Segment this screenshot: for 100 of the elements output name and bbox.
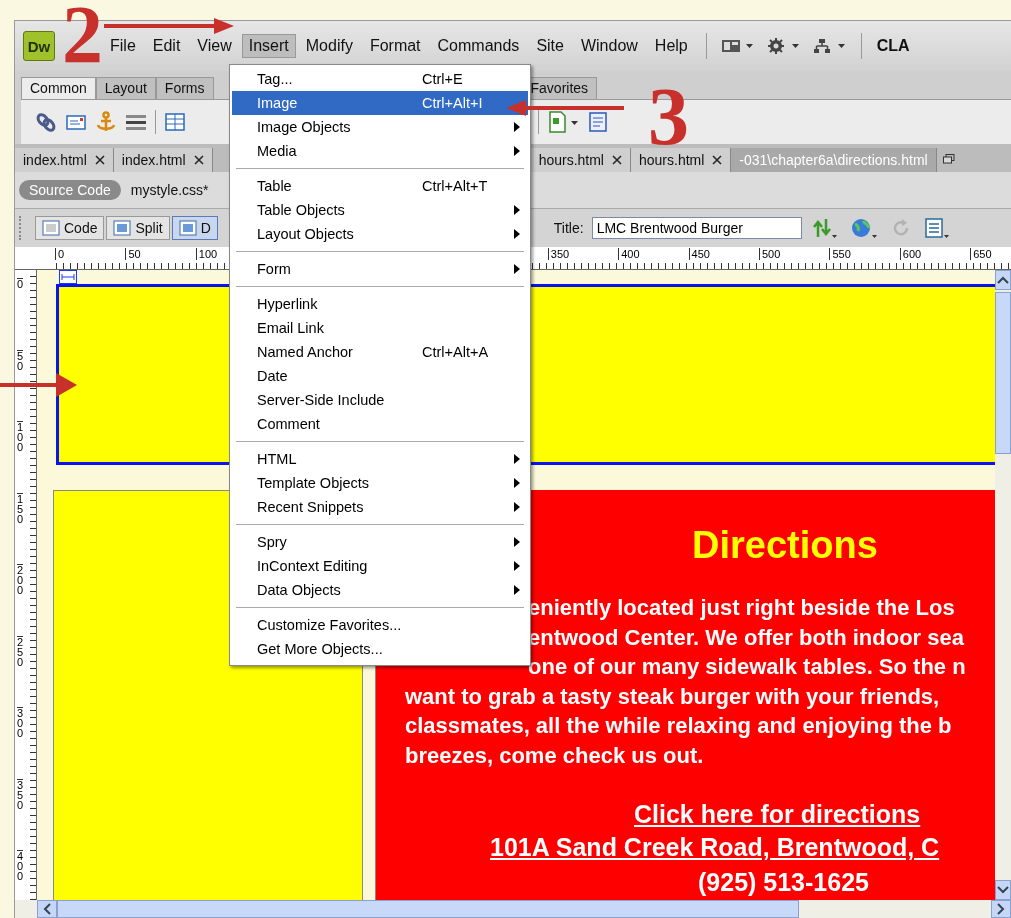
gear-dropdown-icon[interactable] [766, 38, 801, 54]
title-field[interactable]: LMC Brentwood Burger [591, 217, 802, 239]
menu-item[interactable]: Server-Side Include [232, 388, 528, 412]
ruler-label: 0 [55, 248, 65, 260]
view-mode-icon [113, 220, 132, 236]
view-button[interactable]: D [171, 216, 218, 240]
menu-item[interactable]: Spry [232, 530, 528, 554]
related-file-link[interactable]: mystyle.css* [130, 182, 209, 198]
vertical-scrollbar[interactable] [995, 270, 1011, 900]
directions-link[interactable]: Click here for directions [634, 800, 995, 829]
menu-item[interactable]: Table Objects [232, 198, 528, 222]
menu-item[interactable]: Edit [145, 34, 188, 58]
menu-item[interactable]: Email Link [232, 316, 528, 340]
menu-item[interactable]: Site [529, 34, 571, 58]
menu-item[interactable]: Named Anchor Ctrl+Alt+A [232, 340, 528, 364]
page-dropdown-icon[interactable] [547, 110, 579, 134]
menu-item[interactable]: View [190, 34, 239, 58]
paragraph-line: one of our many sidewalk tables. So the n [527, 653, 967, 681]
document-tab[interactable]: index.html [113, 148, 213, 172]
menu-item[interactable]: Image Objects [232, 115, 528, 139]
paragraph-line: classmates, all the while relaxing and enjoying the b [404, 712, 953, 740]
sitemap-dropdown-icon[interactable] [812, 38, 847, 54]
insert-tab[interactable]: Common [21, 77, 96, 99]
close-icon[interactable] [193, 155, 204, 165]
menu-item[interactable]: Format [362, 34, 428, 58]
menu-item[interactable]: HTML [232, 447, 528, 471]
ruler-label: 400 [17, 850, 24, 881]
menu-item[interactable]: Get More Objects... [232, 637, 528, 661]
submenu-arrow-icon [514, 205, 520, 215]
ruler-label: 600 [899, 248, 922, 260]
submenu-arrow-icon [514, 561, 520, 571]
submenu-arrow-icon [514, 454, 520, 464]
scroll-down-icon[interactable] [995, 880, 1011, 900]
menu-item[interactable]: Recent Snippets [232, 495, 528, 519]
ruler-label: 100 [17, 421, 24, 452]
submenu-arrow-icon [514, 264, 520, 274]
ruler-label: 400 [618, 248, 640, 260]
table-icon[interactable] [164, 111, 186, 133]
scroll-right-icon[interactable] [991, 900, 1011, 918]
template-icon[interactable] [587, 110, 609, 134]
menu-item[interactable]: Date [232, 364, 528, 388]
workspace-switcher[interactable]: CLA [869, 34, 917, 58]
menu-item[interactable]: Comment [232, 412, 528, 436]
menu-item[interactable]: Data Objects [232, 578, 528, 602]
page-heading: Directions [692, 524, 879, 567]
layout-dropdown-icon[interactable] [720, 38, 755, 54]
view-options-icon[interactable] [923, 217, 950, 239]
menu-item[interactable]: Hyperlink [232, 292, 528, 316]
ruler-label: 200 [17, 564, 24, 595]
paragraph-line: breezes, come check us out. [404, 741, 705, 770]
submenu-arrow-icon [514, 146, 520, 156]
restore-icon[interactable] [942, 154, 955, 164]
app-logo[interactable]: Dw [23, 31, 55, 61]
ruler-label: 450 [688, 248, 710, 260]
menu-item[interactable]: Modify [298, 34, 360, 58]
menu-item[interactable]: InContext Editing [232, 554, 528, 578]
ruler-label: 50 [17, 349, 24, 371]
ruler-label: 350 [547, 248, 570, 260]
hyperlink-icon[interactable] [35, 111, 57, 133]
menu-item[interactable]: Template Objects [232, 471, 528, 495]
menu-item[interactable]: File [103, 34, 143, 58]
document-tab[interactable]: index.html [15, 148, 114, 172]
menu-item[interactable]: Insert [241, 34, 296, 58]
view-button[interactable]: Split [106, 216, 170, 240]
ruler-label: 100 [195, 248, 218, 260]
menu-item[interactable]: Customize Favorites... [232, 613, 528, 637]
close-icon[interactable] [712, 155, 723, 165]
submenu-arrow-icon [514, 585, 520, 595]
menu-item[interactable]: Form [232, 257, 528, 281]
insert-tab[interactable]: Layout [95, 77, 156, 99]
scroll-up-icon[interactable] [995, 270, 1011, 290]
address-link[interactable]: 101A Sand Creek Road, Brentwood, C [490, 833, 995, 862]
view-button[interactable]: Code [35, 216, 105, 240]
close-icon[interactable] [94, 155, 105, 165]
menu-item[interactable]: Window [573, 34, 645, 58]
ruler-label: 0 [17, 278, 24, 289]
menu-item[interactable]: Table Ctrl+Alt+T [232, 174, 528, 198]
menu-item[interactable]: Media [232, 139, 528, 163]
menu-item[interactable]: Image Ctrl+Alt+I [232, 91, 528, 115]
horizontal-scrollbar[interactable] [15, 900, 1011, 918]
menu-item[interactable]: Layout Objects [232, 222, 528, 246]
title-label: Title: [553, 220, 584, 236]
document-tab[interactable]: hours.html [530, 148, 631, 172]
paragraph-line: want to grab a tasty steak burger with your friends, [404, 682, 941, 711]
view-mode-icon [42, 220, 60, 236]
close-icon[interactable] [612, 155, 622, 165]
menu-item[interactable]: Commands [430, 34, 527, 58]
paragraph-line: eniently located just right beside the Los [527, 594, 956, 622]
step-number: 2 [62, 0, 103, 76]
insert-tab[interactable]: Forms [155, 77, 214, 99]
submenu-arrow-icon [514, 229, 520, 239]
globe-icon[interactable] [849, 217, 878, 239]
phone-number: (925) 513-1625 [698, 868, 870, 897]
submenu-arrow-icon [514, 478, 520, 488]
ruler-label: 500 [759, 248, 781, 260]
scroll-left-icon[interactable] [37, 900, 57, 918]
ruler-label: 300 [17, 707, 24, 738]
view-mode-icon [178, 220, 197, 236]
menu-item[interactable]: Help [647, 34, 695, 58]
ruler-label: 550 [829, 248, 851, 260]
